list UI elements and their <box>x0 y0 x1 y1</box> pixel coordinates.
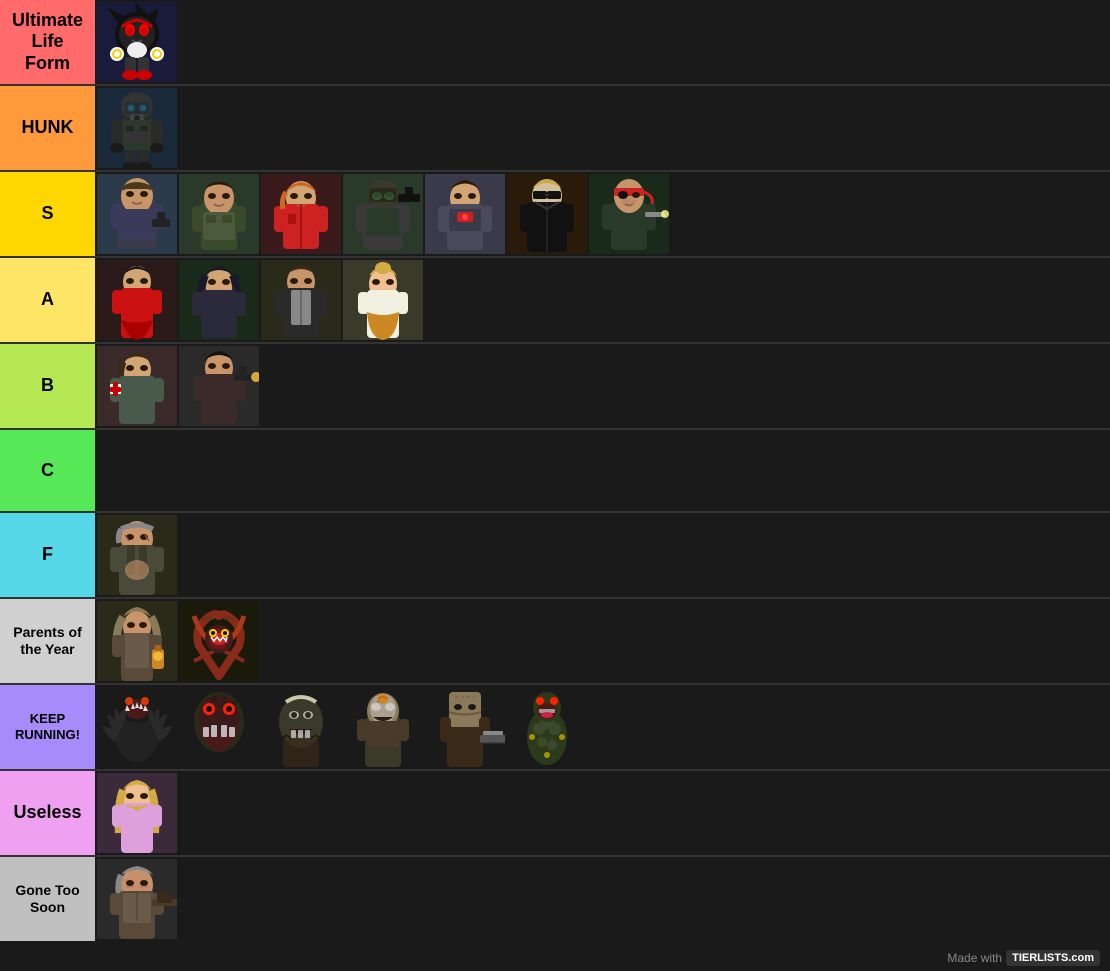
character-ada[interactable] <box>97 260 177 340</box>
tier-content-a <box>95 258 1110 342</box>
character-shadow[interactable] <box>97 2 177 82</box>
tier-row-useless: Useless <box>0 771 1110 857</box>
character-rebecca[interactable] <box>97 346 177 426</box>
watermark: Made with TIERLISTS.com <box>947 950 1100 966</box>
character-claire[interactable] <box>261 174 341 254</box>
tier-label-useless: Useless <box>0 771 95 855</box>
tier-content-parents <box>95 599 1110 683</box>
tier-content-c <box>95 430 1110 511</box>
character-hunk[interactable] <box>97 88 177 168</box>
character-kendo[interactable] <box>97 859 177 939</box>
character-jill[interactable] <box>425 174 505 254</box>
tier-content-ultimate <box>95 0 1110 84</box>
character-monster-k2[interactable] <box>179 687 259 767</box>
tier-content-useless <box>95 771 1110 855</box>
character-chainsaw[interactable] <box>425 687 505 767</box>
tier-label-f: F <box>0 513 95 597</box>
watermark-text: Made with <box>947 951 1002 965</box>
character-chris[interactable] <box>343 174 423 254</box>
character-plant43[interactable] <box>179 601 259 681</box>
tier-row-gone: Gone Too Soon <box>0 857 1110 941</box>
character-ashley[interactable] <box>343 260 423 340</box>
footer: Made with TIERLISTS.com <box>0 941 1110 971</box>
tier-content-b <box>95 344 1110 428</box>
character-ganado[interactable] <box>343 687 423 767</box>
tier-row-f: F <box>0 513 1110 599</box>
tier-content-hunk <box>95 86 1110 170</box>
character-carlos[interactable] <box>179 174 259 254</box>
tier-label-ultimate: Ultimate Life Form <box>0 0 95 84</box>
tier-label-c: C <box>0 430 95 511</box>
tier-label-gone: Gone Too Soon <box>0 857 95 941</box>
character-marguerite[interactable] <box>97 601 177 681</box>
character-snake[interactable] <box>589 174 669 254</box>
tier-label-keep: KEEP RUNNING! <box>0 685 95 769</box>
character-monster-k3[interactable] <box>261 687 341 767</box>
character-monster-k1[interactable] <box>97 687 177 767</box>
tier-content-f <box>95 513 1110 597</box>
character-b2[interactable] <box>179 346 259 426</box>
watermark-brand: TIERLISTS.com <box>1006 950 1100 966</box>
character-leon[interactable] <box>97 174 177 254</box>
tier-row-c: C <box>0 430 1110 513</box>
character-useless-1[interactable] <box>97 773 177 853</box>
character-wesker[interactable] <box>507 174 587 254</box>
tier-label-s: S <box>0 172 95 256</box>
tier-row-b: B <box>0 344 1110 430</box>
character-regenerator[interactable] <box>507 687 587 767</box>
tier-label-hunk: HUNK <box>0 86 95 170</box>
tier-row-s: S <box>0 172 1110 258</box>
tier-row-parents: Parents of the Year <box>0 599 1110 685</box>
character-a2[interactable] <box>179 260 259 340</box>
tier-row-ultimate: Ultimate Life Form <box>0 0 1110 86</box>
tier-row-keep: KEEP RUNNING! <box>0 685 1110 771</box>
character-a3[interactable] <box>261 260 341 340</box>
tier-row-hunk: HUNK <box>0 86 1110 172</box>
tier-content-s <box>95 172 1110 256</box>
tier-content-gone <box>95 857 1110 941</box>
tier-list: Ultimate Life Form <box>0 0 1110 941</box>
character-jack-baker[interactable] <box>97 515 177 595</box>
tier-label-b: B <box>0 344 95 428</box>
tier-label-a: A <box>0 258 95 342</box>
tier-content-keep <box>95 685 1110 769</box>
tier-row-a: A <box>0 258 1110 344</box>
tier-label-parents: Parents of the Year <box>0 599 95 683</box>
